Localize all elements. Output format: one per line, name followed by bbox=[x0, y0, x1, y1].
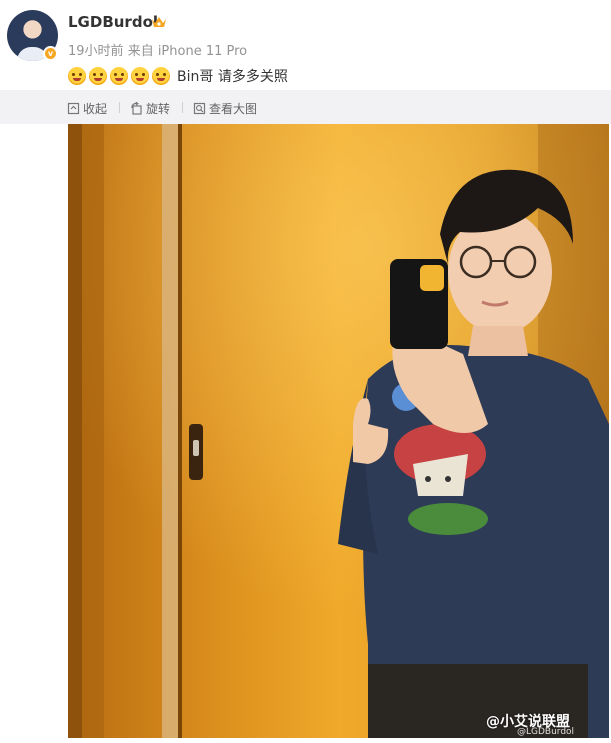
post-photo[interactable] bbox=[68, 124, 609, 738]
vip-crown-icon bbox=[152, 17, 166, 27]
username[interactable]: LGDBurdol bbox=[68, 13, 158, 31]
thinking-emoji-icon bbox=[68, 67, 86, 85]
toolbar-divider bbox=[182, 102, 183, 113]
post-header: v LGDBurdol 19小时前 来自 iPhone 11 Pro Bin哥 … bbox=[0, 0, 611, 90]
post-time[interactable]: 19小时前 bbox=[68, 44, 124, 59]
rotate-button[interactable]: 旋转 bbox=[130, 100, 170, 117]
watermark-sub: @LGDBurdol bbox=[517, 727, 575, 737]
post-meta: 19小时前 来自 iPhone 11 Pro bbox=[68, 40, 247, 59]
image-toolbar: 收起 旋转 查看大图 bbox=[0, 90, 611, 124]
pleading-emoji-icon bbox=[89, 67, 107, 85]
collapse-button[interactable]: 收起 bbox=[67, 100, 107, 117]
collapse-label: 收起 bbox=[83, 102, 108, 116]
post-text: Bin哥 请多多关照 bbox=[177, 69, 288, 85]
cold-sweat-emoji-icon bbox=[110, 67, 128, 85]
smile-emoji-icon bbox=[131, 67, 149, 85]
verified-badge-icon: v bbox=[43, 46, 58, 61]
post-content: Bin哥 请多多关照 bbox=[68, 66, 288, 86]
view-large-button[interactable]: 查看大图 bbox=[193, 100, 257, 117]
collapse-icon bbox=[67, 102, 80, 115]
post-source: 来自 iPhone 11 Pro bbox=[127, 44, 248, 59]
mirror-selfie-photo bbox=[68, 124, 609, 738]
magnify-icon bbox=[193, 102, 206, 115]
rotate-icon bbox=[131, 102, 142, 115]
view-large-label: 查看大图 bbox=[209, 102, 258, 116]
star-struck-emoji-icon bbox=[152, 67, 170, 85]
toolbar-divider bbox=[119, 102, 120, 113]
rotate-label: 旋转 bbox=[146, 102, 171, 116]
